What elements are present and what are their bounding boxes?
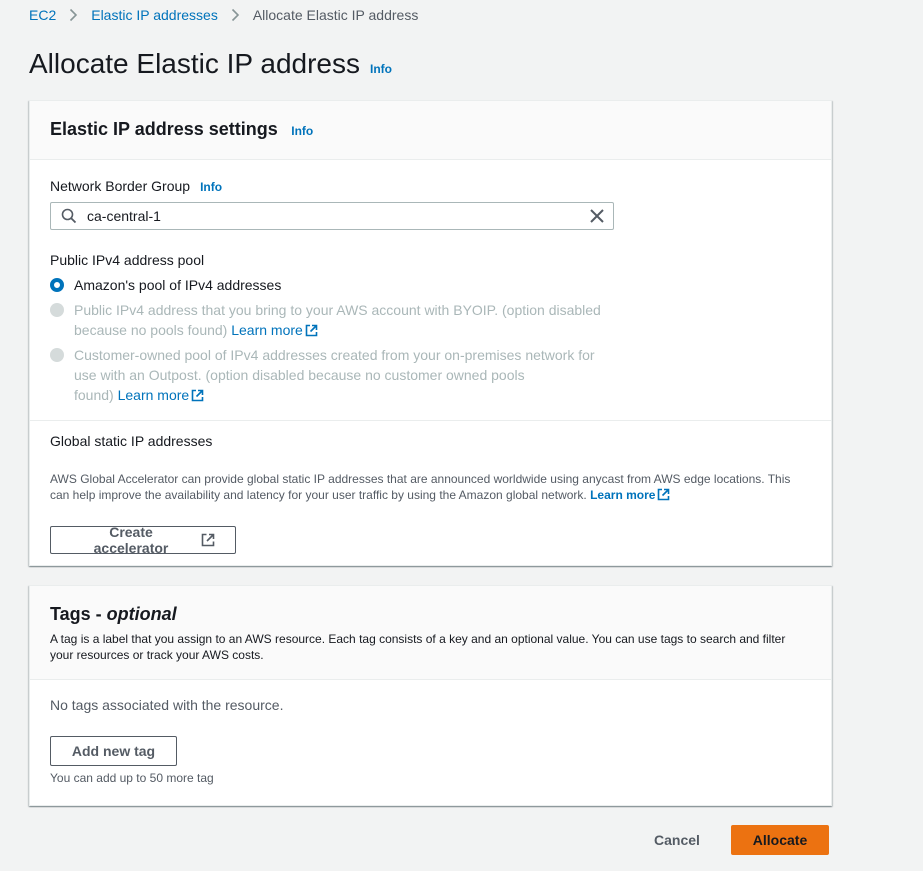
settings-title: Elastic IP address settings [50,119,278,139]
tags-desc-line2: your resources or track your AWS costs. [50,648,264,662]
radio-button-checked[interactable] [50,278,64,292]
external-link-icon [657,488,670,501]
pool-label-text: Public IPv4 address pool [50,252,205,268]
chevron-right-icon [69,8,78,22]
tag-limit-hint: You can add up to 50 more tag [50,771,214,785]
radio-byoip-pool: Public IPv4 address that you bring to yo… [50,300,601,340]
network-border-group-label: Network Border Group Info [50,178,222,194]
global-learn-more-text: Learn more [590,488,656,502]
breadcrumb: EC2 Elastic IP addresses Allocate Elasti… [29,7,418,23]
tags-panel: Tags - optional A tag is a label that yo… [29,585,832,806]
radio-byoip-label: Public IPv4 address that you bring to yo… [74,300,601,340]
tags-title-text: Tags - [50,604,107,624]
tags-desc-line1: A tag is a label that you assign to an A… [50,632,786,646]
create-accelerator-label: Create accelerator [93,524,169,556]
no-tags-message: No tags associated with the resource. [50,697,284,713]
byoip-text-line1: Public IPv4 address that you bring to yo… [74,302,601,318]
add-new-tag-button[interactable]: Add new tag [50,736,177,766]
radio-amazon-pool-label: Amazon's pool of IPv4 addresses [74,277,282,293]
page-header: Allocate Elastic IP address Info [29,48,392,80]
global-learn-more-link[interactable]: Learn more [590,488,670,502]
global-accelerator-description: AWS Global Accelerator can provide globa… [50,471,820,503]
external-link-icon [305,324,318,337]
byoip-learn-more-text: Learn more [231,322,303,338]
pool-label: Public IPv4 address pool [50,252,204,268]
elastic-ip-settings-panel: Elastic IP address settings Info Network… [29,100,832,566]
network-border-group-input[interactable] [85,207,569,225]
breadcrumb-ec2-link[interactable]: EC2 [29,7,56,23]
radio-amazon-pool[interactable]: Amazon's pool of IPv4 addresses [50,275,281,295]
byoip-text-line2: because no pools found) [74,322,228,338]
breadcrumb-current: Allocate Elastic IP address [252,7,419,23]
close-icon[interactable] [589,208,605,224]
network-border-group-select[interactable] [50,202,614,230]
radio-button-disabled [50,348,64,362]
nbg-info-link[interactable]: Info [200,180,222,194]
coip-learn-more-text: Learn more [117,387,190,403]
section-divider [30,420,831,421]
settings-header: Elastic IP address settings Info [30,101,831,160]
create-accelerator-button[interactable]: Create accelerator [50,524,236,556]
global-desc-line1: AWS Global Accelerator can provide globa… [50,472,791,486]
tags-title-optional: optional [106,604,177,624]
add-new-tag-label: Add new tag [71,743,156,759]
chevron-right-icon [231,8,240,22]
global-label-text: Global static IP addresses [50,433,213,449]
radio-button-disabled [50,303,64,317]
radio-coip-label: Customer-owned pool of IPv4 addresses cr… [74,345,595,405]
breadcrumb-elastic-ip-link[interactable]: Elastic IP addresses [91,7,218,23]
radio-customer-owned-pool: Customer-owned pool of IPv4 addresses cr… [50,345,595,405]
tags-description: A tag is a label that you assign to an A… [50,631,811,663]
global-static-ip-label: Global static IP addresses [50,433,212,449]
coip-learn-more-link[interactable]: Learn more [118,387,205,403]
page-info-link[interactable]: Info [370,62,392,76]
global-desc-line2: can help improve the availability and la… [50,488,587,502]
page-title: Allocate Elastic IP address [29,48,360,79]
coip-text-line3: found) [74,387,114,403]
byoip-learn-more-link[interactable]: Learn more [231,322,318,338]
coip-text-line2: use with an Outpost. (option disabled be… [74,367,525,383]
nbg-label-text: Network Border Group [50,178,191,194]
allocate-button[interactable]: Allocate [731,825,829,855]
external-link-icon [191,389,204,402]
tags-header: Tags - optional A tag is a label that yo… [30,586,831,680]
coip-text-line1: Customer-owned pool of IPv4 addresses cr… [74,347,595,363]
settings-info-link[interactable]: Info [291,124,313,138]
search-icon [61,208,77,224]
tags-title: Tags - optional [50,604,177,624]
external-link-icon [201,533,215,547]
cancel-button[interactable]: Cancel [641,825,713,855]
